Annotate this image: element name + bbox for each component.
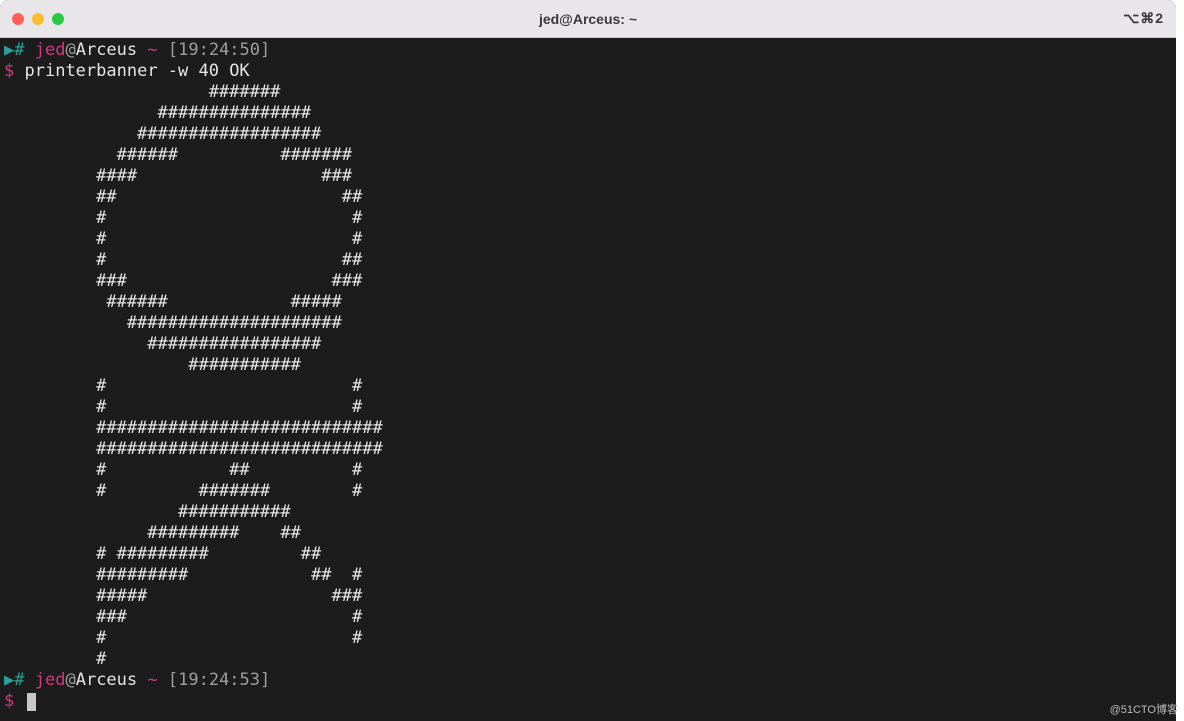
- output-line: ############################: [4, 439, 383, 459]
- output-line: ## ##: [4, 187, 362, 207]
- watermark-text: @51CTO博客: [1110, 701, 1178, 717]
- prompt-user: jed: [35, 40, 66, 60]
- terminal-window: jed@Arceus: ~ ⌥⌘2 ▶# jed@Arceus ~ [19:24…: [0, 0, 1176, 721]
- output-line: # ## #: [4, 460, 362, 480]
- traffic-lights: [12, 13, 64, 25]
- dollar-sign: $: [4, 61, 14, 81]
- titlebar[interactable]: jed@Arceus: ~ ⌥⌘2: [0, 0, 1176, 38]
- window-shortcut: ⌥⌘2: [1123, 10, 1164, 27]
- command-text: printerbanner -w 40 OK: [25, 61, 250, 81]
- maximize-icon[interactable]: [52, 13, 64, 25]
- terminal-body[interactable]: ▶# jed@Arceus ~ [19:24:50] $ printerbann…: [0, 38, 1176, 721]
- output-line: #####################: [4, 313, 342, 333]
- prompt-tilde: ~: [147, 670, 157, 690]
- prompt-hash: #: [14, 40, 24, 60]
- prompt-tilde: ~: [147, 40, 157, 60]
- output-line: #######: [4, 82, 280, 102]
- output-line: # #: [4, 397, 362, 417]
- output-line: # #: [4, 229, 362, 249]
- prompt-at: @: [65, 40, 75, 60]
- dollar-sign: $: [4, 691, 14, 711]
- output-line: # #: [4, 628, 362, 648]
- output-line: ############################: [4, 418, 383, 438]
- output-line: # ####### #: [4, 481, 362, 501]
- prompt-time: [19:24:53]: [168, 670, 270, 690]
- output-line: ###########: [4, 502, 291, 522]
- cursor-icon: [27, 693, 36, 711]
- prompt-time: [19:24:50]: [168, 40, 270, 60]
- output-line: ###############: [4, 103, 311, 123]
- output-line: # #: [4, 376, 362, 396]
- output-line: ###########: [4, 355, 301, 375]
- output-line: ######### ## #: [4, 565, 362, 585]
- output-line: #: [4, 649, 106, 669]
- output-line: ### ###: [4, 271, 362, 291]
- output-line: #### ###: [4, 166, 352, 186]
- prompt-arrow: ▶: [4, 40, 14, 60]
- output-line: ###### #######: [4, 145, 352, 165]
- prompt-at: @: [65, 670, 75, 690]
- output-line: ##### ###: [4, 586, 362, 606]
- output-line: ###### #####: [4, 292, 342, 312]
- output-line: ##################: [4, 124, 321, 144]
- output-line: ######### ##: [4, 523, 301, 543]
- output-line: # #: [4, 208, 362, 228]
- output-line: ### #: [4, 607, 362, 627]
- output-line: # ######### ##: [4, 544, 321, 564]
- prompt-arrow: ▶: [4, 670, 14, 690]
- minimize-icon[interactable]: [32, 13, 44, 25]
- window-title: jed@Arceus: ~: [0, 11, 1176, 27]
- prompt-host: Arceus: [76, 670, 137, 690]
- prompt-hash: #: [14, 670, 24, 690]
- prompt-user: jed: [35, 670, 66, 690]
- close-icon[interactable]: [12, 13, 24, 25]
- output-line: # ##: [4, 250, 362, 270]
- output-line: #################: [4, 334, 321, 354]
- prompt-host: Arceus: [76, 40, 137, 60]
